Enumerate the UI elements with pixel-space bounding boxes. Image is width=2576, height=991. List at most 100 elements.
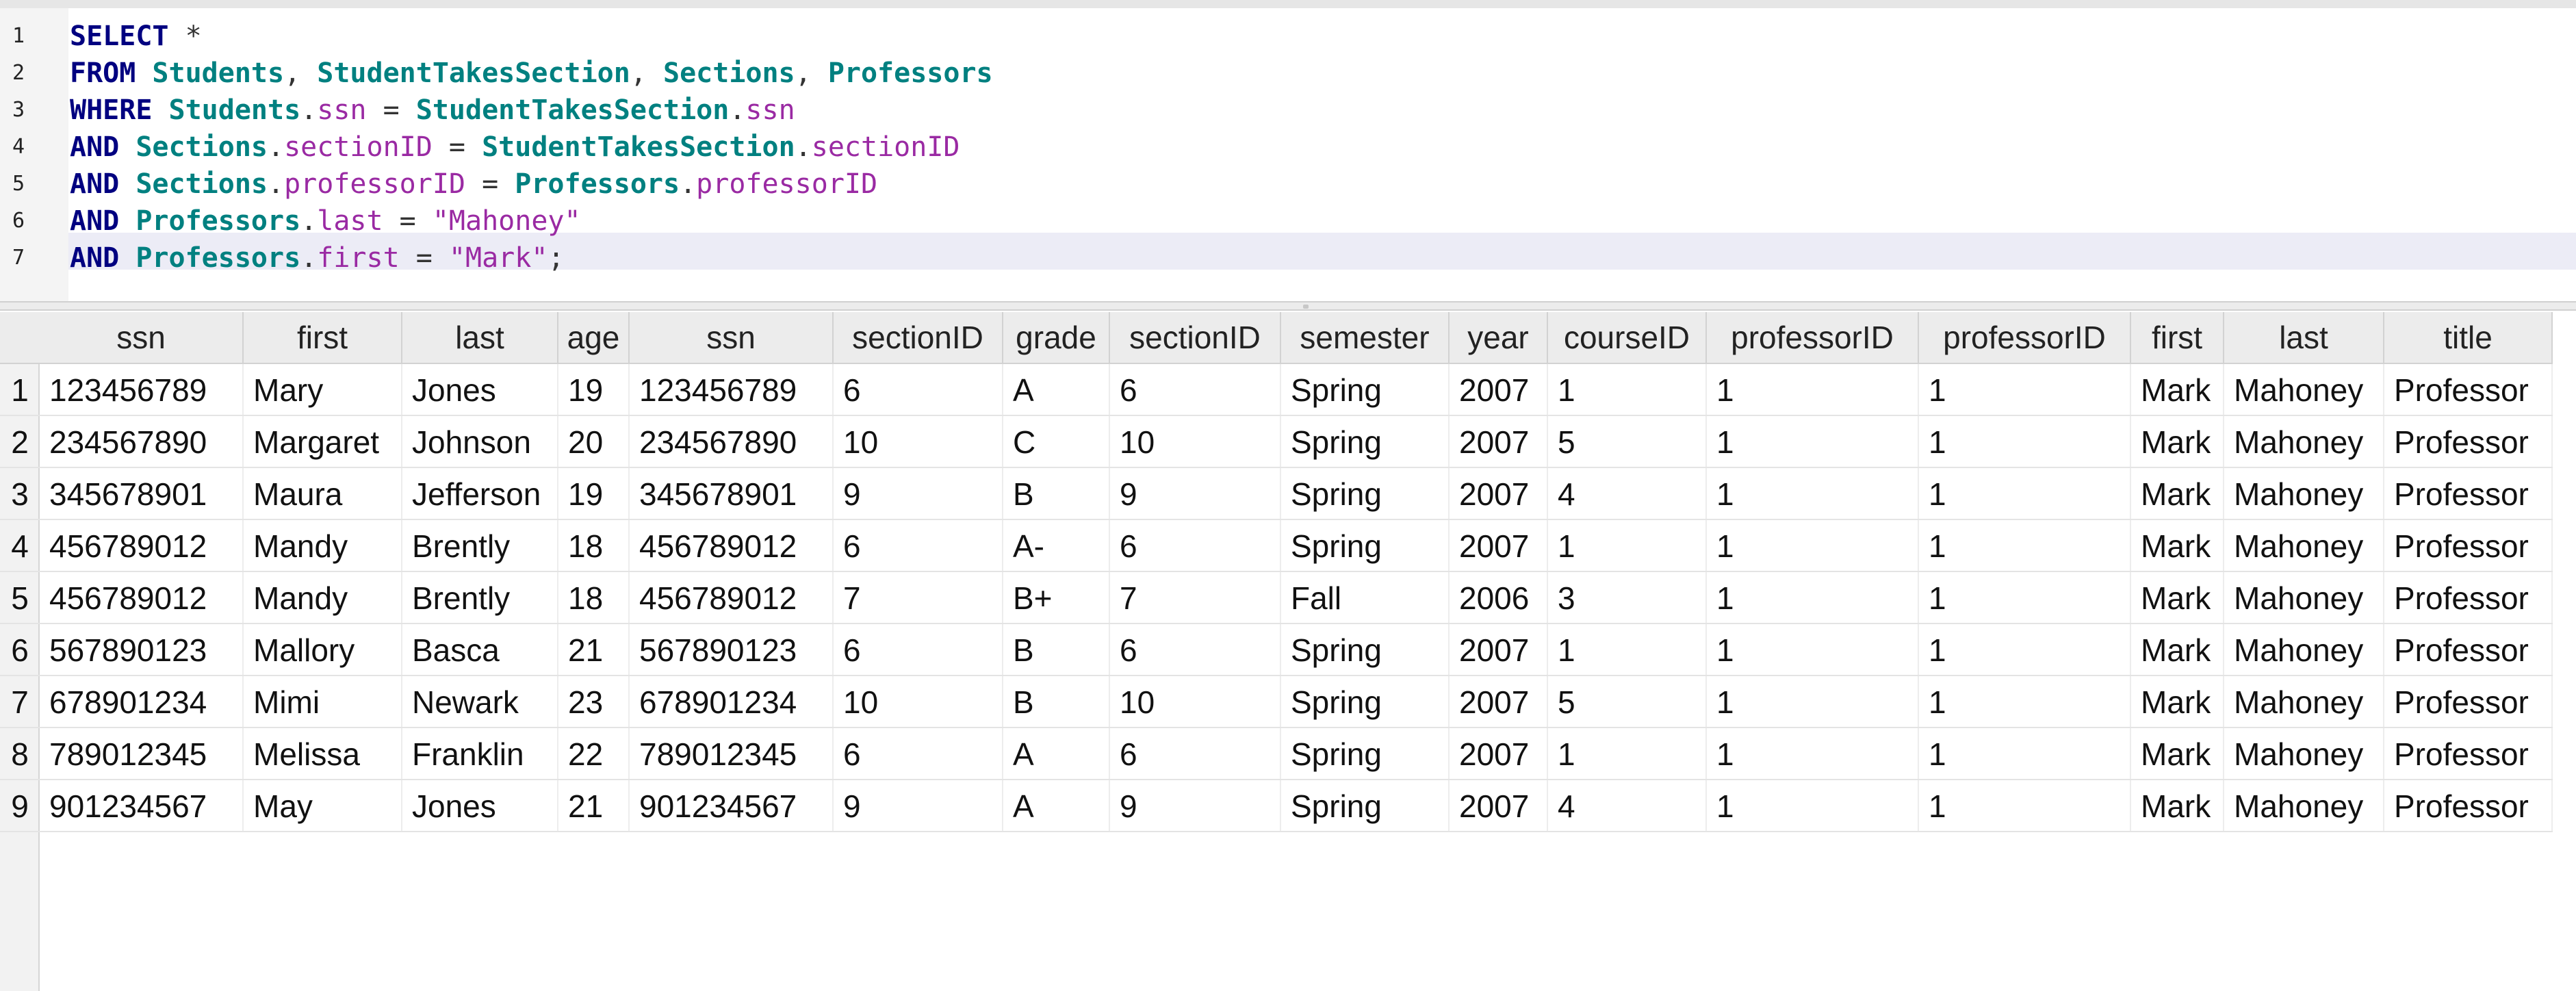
cell-title[interactable]: Professor bbox=[2384, 364, 2553, 415]
cell-first[interactable]: Mark bbox=[2131, 728, 2224, 779]
cell-ssn[interactable]: 456789012 bbox=[630, 520, 834, 571]
column-header-last[interactable]: last bbox=[402, 312, 558, 363]
column-header-last[interactable]: last bbox=[2224, 312, 2384, 363]
cell-professorid[interactable]: 1 bbox=[1919, 416, 2131, 467]
cell-professorid[interactable]: 1 bbox=[1919, 676, 2131, 727]
column-header-ssn[interactable]: ssn bbox=[40, 312, 244, 363]
column-header-sectionid[interactable]: sectionID bbox=[1110, 312, 1281, 363]
cell-sectionid[interactable]: 6 bbox=[1110, 624, 1281, 675]
cell-first[interactable]: Mark bbox=[2131, 676, 2224, 727]
cell-first[interactable]: Mark bbox=[2131, 572, 2224, 623]
code-line[interactable]: AND Professors.first = "Mark"; bbox=[70, 240, 565, 276]
column-header-year[interactable]: year bbox=[1450, 312, 1548, 363]
cell-last[interactable]: Mahoney bbox=[2224, 624, 2384, 675]
sql-editor[interactable]: 1234567 SELECT * FROM Students, StudentTa… bbox=[0, 8, 2576, 301]
results-grid[interactable]: ssn first last age ssn sectionID grade sectionI… bbox=[0, 312, 2576, 991]
column-header-grade[interactable]: grade bbox=[1003, 312, 1110, 363]
code-line[interactable]: AND Sections.professorID = Professors.pr… bbox=[70, 166, 877, 203]
cell-grade[interactable]: A bbox=[1003, 780, 1110, 831]
cell-sectionid[interactable]: 9 bbox=[1110, 468, 1281, 519]
cell-last[interactable]: Mahoney bbox=[2224, 728, 2384, 779]
cell-sectionid[interactable]: 6 bbox=[834, 520, 1003, 571]
cell-professorid[interactable]: 1 bbox=[1919, 520, 2131, 571]
column-header-semester[interactable]: semester bbox=[1281, 312, 1450, 363]
cell-first[interactable]: Mark bbox=[2131, 468, 2224, 519]
cell-last[interactable]: Mahoney bbox=[2224, 520, 2384, 571]
cell-last[interactable]: Newark bbox=[402, 676, 558, 727]
cell-sectionid[interactable]: 7 bbox=[834, 572, 1003, 623]
cell-age[interactable]: 21 bbox=[558, 624, 630, 675]
table-row[interactable]: 4 456789012 Mandy Brently 18 456789012 6 A- 6 Spr… bbox=[0, 520, 2553, 572]
code-line[interactable]: AND Sections.sectionID = StudentTakesSec… bbox=[70, 129, 960, 166]
cell-professorid[interactable]: 1 bbox=[1707, 780, 1919, 831]
cell-year[interactable]: 2007 bbox=[1450, 728, 1548, 779]
cell-title[interactable]: Professor bbox=[2384, 728, 2553, 779]
table-row[interactable]: 7 678901234 Mimi Newark 23 678901234 10 B 10 Spri… bbox=[0, 676, 2553, 728]
cell-last[interactable]: Mahoney bbox=[2224, 676, 2384, 727]
cell-first[interactable]: Mimi bbox=[244, 676, 402, 727]
pane-splitter[interactable] bbox=[0, 301, 2576, 311]
cell-ssn[interactable]: 901234567 bbox=[40, 780, 244, 831]
cell-sectionid[interactable]: 9 bbox=[834, 468, 1003, 519]
cell-age[interactable]: 21 bbox=[558, 780, 630, 831]
splitter-grip[interactable] bbox=[1303, 305, 1309, 309]
cell-grade[interactable]: B bbox=[1003, 468, 1110, 519]
column-header-ssn[interactable]: ssn bbox=[630, 312, 834, 363]
cell-title[interactable]: Professor bbox=[2384, 468, 2553, 519]
cell-first[interactable]: Mallory bbox=[244, 624, 402, 675]
cell-grade[interactable]: A bbox=[1003, 728, 1110, 779]
cell-age[interactable]: 20 bbox=[558, 416, 630, 467]
cell-semester[interactable]: Spring bbox=[1281, 624, 1450, 675]
cell-semester[interactable]: Spring bbox=[1281, 364, 1450, 415]
cell-last[interactable]: Mahoney bbox=[2224, 416, 2384, 467]
cell-ssn[interactable]: 789012345 bbox=[630, 728, 834, 779]
cell-professorid[interactable]: 1 bbox=[1919, 572, 2131, 623]
cell-courseid[interactable]: 1 bbox=[1548, 520, 1707, 571]
cell-grade[interactable]: A bbox=[1003, 364, 1110, 415]
cell-courseid[interactable]: 3 bbox=[1548, 572, 1707, 623]
cell-sectionid[interactable]: 9 bbox=[1110, 780, 1281, 831]
table-row[interactable]: 1 123456789 Mary Jones 19 123456789 6 A 6 Spring 2… bbox=[0, 364, 2553, 416]
cell-ssn[interactable]: 234567890 bbox=[630, 416, 834, 467]
cell-age[interactable]: 18 bbox=[558, 520, 630, 571]
cell-last[interactable]: Mahoney bbox=[2224, 780, 2384, 831]
cell-sectionid[interactable]: 10 bbox=[1110, 676, 1281, 727]
cell-last[interactable]: Franklin bbox=[402, 728, 558, 779]
column-header-first[interactable]: first bbox=[244, 312, 402, 363]
cell-title[interactable]: Professor bbox=[2384, 676, 2553, 727]
cell-first[interactable]: Maura bbox=[244, 468, 402, 519]
cell-courseid[interactable]: 1 bbox=[1548, 728, 1707, 779]
cell-courseid[interactable]: 5 bbox=[1548, 676, 1707, 727]
table-row[interactable]: 6 567890123 Mallory Basca 21 567890123 6 B 6 Spri… bbox=[0, 624, 2553, 676]
cell-first[interactable]: Mark bbox=[2131, 624, 2224, 675]
cell-age[interactable]: 19 bbox=[558, 468, 630, 519]
cell-ssn[interactable]: 456789012 bbox=[630, 572, 834, 623]
cell-semester[interactable]: Spring bbox=[1281, 468, 1450, 519]
cell-last[interactable]: Mahoney bbox=[2224, 572, 2384, 623]
cell-year[interactable]: 2007 bbox=[1450, 416, 1548, 467]
cell-year[interactable]: 2007 bbox=[1450, 468, 1548, 519]
cell-ssn[interactable]: 456789012 bbox=[40, 520, 244, 571]
cell-title[interactable]: Professor bbox=[2384, 624, 2553, 675]
cell-professorid[interactable]: 1 bbox=[1707, 468, 1919, 519]
cell-professorid[interactable]: 1 bbox=[1919, 780, 2131, 831]
cell-title[interactable]: Professor bbox=[2384, 572, 2553, 623]
cell-age[interactable]: 23 bbox=[558, 676, 630, 727]
code-line[interactable]: WHERE Students.ssn = StudentTakesSection… bbox=[70, 92, 795, 129]
cell-courseid[interactable]: 4 bbox=[1548, 468, 1707, 519]
cell-first[interactable]: Mark bbox=[2131, 364, 2224, 415]
cell-professorid[interactable]: 1 bbox=[1707, 728, 1919, 779]
cell-grade[interactable]: B bbox=[1003, 624, 1110, 675]
cell-courseid[interactable]: 1 bbox=[1548, 364, 1707, 415]
cell-last[interactable]: Johnson bbox=[402, 416, 558, 467]
cell-sectionid[interactable]: 10 bbox=[1110, 416, 1281, 467]
cell-first[interactable]: Mark bbox=[2131, 780, 2224, 831]
cell-last[interactable]: Mahoney bbox=[2224, 364, 2384, 415]
column-header-age[interactable]: age bbox=[558, 312, 630, 363]
cell-title[interactable]: Professor bbox=[2384, 416, 2553, 467]
table-row[interactable]: 9 901234567 May Jones 21 901234567 9 A 9 Spring 20… bbox=[0, 780, 2553, 832]
cell-grade[interactable]: A- bbox=[1003, 520, 1110, 571]
cell-ssn[interactable]: 456789012 bbox=[40, 572, 244, 623]
table-row[interactable]: 2 234567890 Margaret Johnson 20 234567890 10 C 1… bbox=[0, 416, 2553, 468]
cell-last[interactable]: Brently bbox=[402, 520, 558, 571]
